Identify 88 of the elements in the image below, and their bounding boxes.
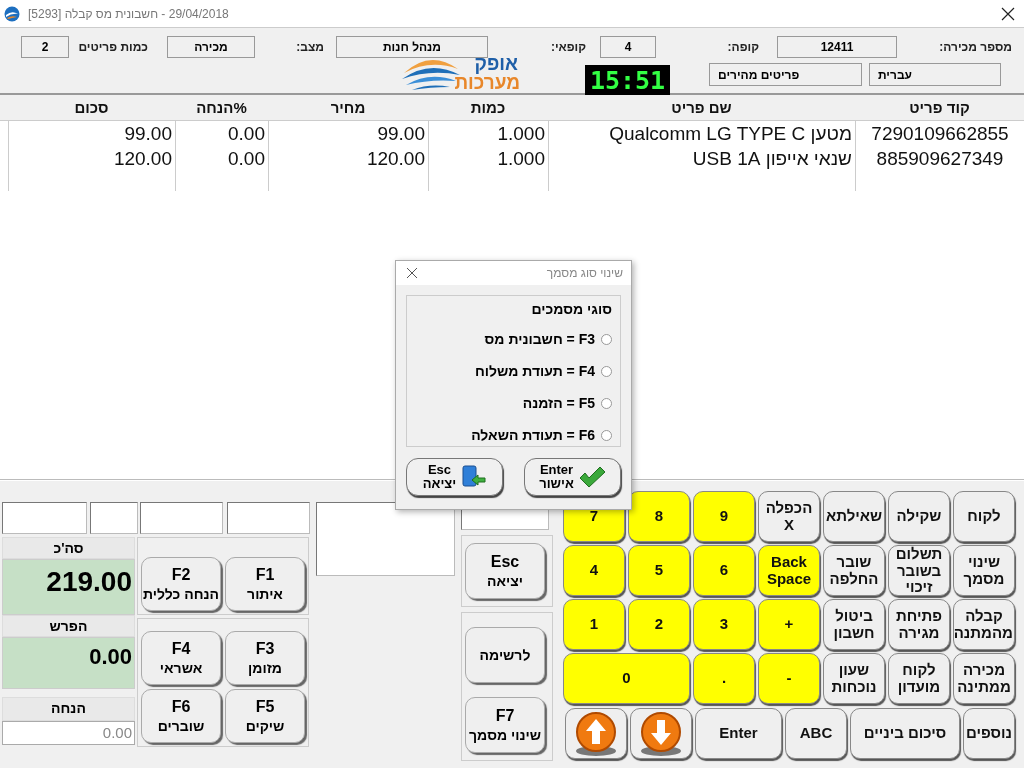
cashier-label: קופאי: bbox=[549, 40, 586, 54]
radio-button[interactable] bbox=[601, 397, 612, 409]
keypad-key[interactable]: שאילתא bbox=[823, 491, 885, 542]
column-header: מחיר bbox=[329, 99, 367, 116]
register-label: קופה: bbox=[726, 40, 759, 54]
keypad-key[interactable]: שקילה bbox=[888, 491, 950, 542]
option-label[interactable]: F5 = הזמנה bbox=[522, 395, 595, 411]
option-label[interactable]: F3 = חשבונית מס bbox=[484, 331, 595, 347]
discount-field[interactable]: 0.00 bbox=[2, 721, 135, 745]
mode-label: מצב: bbox=[295, 40, 324, 54]
side-button[interactable]: לרשימה bbox=[465, 627, 545, 683]
keypad-key[interactable]: . bbox=[693, 653, 755, 704]
keypad-key[interactable]: 6 bbox=[693, 545, 755, 596]
item-count-label: כמות פריטים bbox=[77, 40, 148, 54]
total-label: סה'כ bbox=[2, 537, 135, 559]
keypad-key[interactable]: - bbox=[758, 653, 820, 704]
keypad-key[interactable]: ביטול חשבון bbox=[823, 599, 885, 650]
radio-button[interactable] bbox=[601, 365, 612, 377]
table-cell: 120.00 bbox=[8, 146, 175, 171]
keypad-key[interactable]: ABC bbox=[785, 708, 847, 759]
keypad-key[interactable]: 2 bbox=[628, 599, 690, 650]
keypad-key[interactable]: Enter bbox=[695, 708, 782, 759]
table-cell: 1.000 bbox=[428, 146, 548, 171]
mode-field: מכירה bbox=[167, 36, 255, 58]
table-cell: 7290109662855 bbox=[855, 121, 1024, 146]
keypad-key[interactable]: הכפלה X bbox=[758, 491, 820, 542]
quick-items-button[interactable]: פריטים מהירים bbox=[709, 63, 862, 86]
radio-button[interactable] bbox=[601, 429, 612, 441]
change-label: הפרש bbox=[2, 615, 135, 637]
keypad-key[interactable]: לקוח מועדון bbox=[888, 653, 950, 704]
keypad-key[interactable]: שעון נוכחות bbox=[823, 653, 885, 704]
keypad-key[interactable]: 4 bbox=[563, 545, 625, 596]
digital-clock: 15:51 bbox=[585, 65, 670, 95]
item-count-field: 2 bbox=[21, 36, 69, 58]
keypad-key[interactable]: 9 bbox=[693, 491, 755, 542]
keypad-key[interactable]: 3 bbox=[693, 599, 755, 650]
keypad-key[interactable]: שינוי מסמך bbox=[953, 545, 1015, 596]
change-amount: 0.00 bbox=[2, 637, 135, 689]
table-cell: 885909627349 bbox=[855, 146, 1024, 171]
keypad-key[interactable]: שובר החלפה bbox=[823, 545, 885, 596]
display-field bbox=[90, 502, 138, 534]
window-title: 29/04/2018 - חשבונית מס קבלה [5293] bbox=[28, 6, 229, 21]
total-amount: 219.00 bbox=[2, 559, 135, 615]
column-header: כמות bbox=[469, 99, 507, 116]
table-cell: 0.00 bbox=[175, 121, 268, 146]
cashier-field: מנהל חנות bbox=[336, 36, 488, 58]
table-cell: מטען Qualcomm LG TYPE C bbox=[548, 121, 855, 146]
close-icon[interactable] bbox=[1001, 6, 1015, 21]
keypad-key[interactable]: 8 bbox=[628, 491, 690, 542]
column-header: %הנחה bbox=[195, 99, 248, 116]
scroll-up-button[interactable] bbox=[565, 708, 627, 759]
table-cell: 120.00 bbox=[268, 146, 428, 171]
column-header: סכום bbox=[73, 99, 110, 116]
keypad-key[interactable]: + bbox=[758, 599, 820, 650]
group-label: סוגי מסמכים bbox=[530, 301, 612, 317]
keypad-key[interactable]: מכירה ממתינה bbox=[953, 653, 1015, 704]
keypad-key[interactable]: קבלה מהמתנה bbox=[953, 599, 1015, 650]
table-cell: 0.00 bbox=[175, 146, 268, 171]
keypad-key[interactable]: נוספים bbox=[963, 708, 1015, 759]
keypad-key[interactable]: Back Space bbox=[758, 545, 820, 596]
keypad-key[interactable]: לקוח bbox=[953, 491, 1015, 542]
table-cell: שנאי אייפון USB 1A bbox=[548, 146, 855, 171]
logo-subtext: מערכות bbox=[454, 73, 520, 92]
keypad-key[interactable]: פתיחת מגירה bbox=[888, 599, 950, 650]
keypad-key[interactable]: 5 bbox=[628, 545, 690, 596]
table-cell: 99.00 bbox=[268, 121, 428, 146]
radio-button[interactable] bbox=[601, 333, 612, 345]
keypad-key[interactable]: 0 bbox=[563, 653, 690, 704]
column-header: קוד פריט bbox=[908, 99, 971, 116]
discount-label: הנחה bbox=[2, 697, 135, 721]
keypad-key[interactable]: 1 bbox=[563, 599, 625, 650]
sale-number-label: מספר מכירה: bbox=[938, 40, 1012, 54]
check-icon bbox=[577, 466, 606, 488]
option-label[interactable]: F4 = תעודת משלוח bbox=[475, 363, 595, 379]
dialog-title: שינוי סוג מסמך bbox=[546, 266, 623, 280]
keypad-key[interactable]: סיכום ביניים bbox=[850, 708, 960, 759]
register-field: 4 bbox=[600, 36, 656, 58]
language-button[interactable]: עברית bbox=[869, 63, 1001, 86]
column-header: שם פריט bbox=[670, 99, 733, 116]
table-cell: 1.000 bbox=[428, 121, 548, 146]
sale-number-field: 12411 bbox=[777, 36, 897, 58]
option-label[interactable]: F6 = תעודת השאלה bbox=[471, 427, 595, 443]
keypad-key[interactable]: תשלום בשובר זיכוי bbox=[888, 545, 950, 596]
close-icon[interactable] bbox=[406, 267, 418, 279]
app-icon bbox=[4, 5, 20, 22]
scroll-down-button[interactable] bbox=[630, 708, 692, 759]
exit-door-icon bbox=[460, 464, 487, 490]
table-cell: 99.00 bbox=[8, 121, 175, 146]
